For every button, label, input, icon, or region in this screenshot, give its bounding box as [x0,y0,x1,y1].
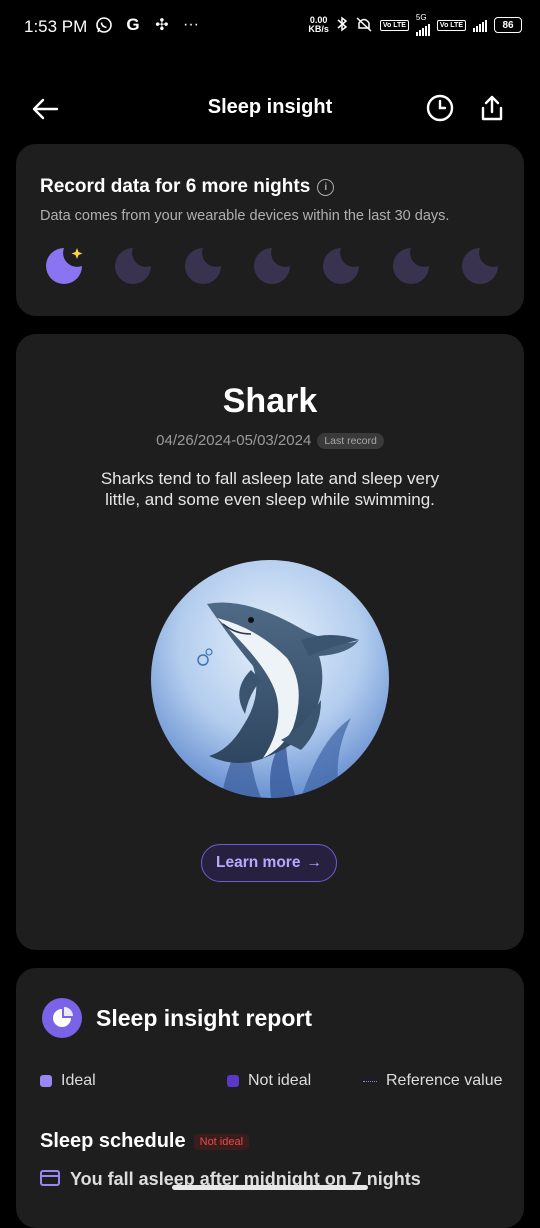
legend-ideal: Ideal [40,1072,96,1090]
report-icon [42,998,82,1038]
mute-icon [355,16,373,35]
pinwheel-icon: ✣ [155,17,169,34]
legend-not-ideal: Not ideal [227,1072,311,1090]
net-speed: 0.00 KB/s [308,16,329,34]
google-icon: G [126,15,140,34]
volte-icon-2: Vo LTE [436,19,466,31]
reference-line-swatch [363,1080,377,1082]
volte-icon: Vo LTE [379,19,409,31]
share-icon [481,95,503,121]
moon-icon-pending [458,244,502,288]
clock-icon [426,94,454,122]
calendar-icon [40,1168,60,1191]
status-time: 1:53 PM [24,17,88,36]
app-header: Sleep insight [0,80,540,136]
notification-icons: G ✣ ··· [94,15,201,35]
info-icon[interactable]: i [317,178,335,196]
sleep-schedule-header: Sleep schedule Not ideal [40,1130,250,1153]
report-title: Sleep insight report [96,1005,312,1031]
not-ideal-swatch [227,1075,239,1087]
sleep-animal-card: Shark 04/26/2024-05/03/2024 Last record … [16,334,524,950]
legend-not-ideal-label: Not ideal [248,1072,312,1089]
whatsapp-icon [94,15,114,35]
record-title: Record data for 6 more nights [40,176,311,197]
not-ideal-badge: Not ideal [193,1133,250,1150]
moon-icon-pending [111,244,155,288]
battery-icon: 86 [494,17,522,33]
bluetooth-icon [336,16,348,35]
moon-icon-recorded [42,244,86,288]
share-button[interactable] [478,93,506,123]
home-indicator[interactable] [172,1185,368,1190]
last-record-badge: Last record [317,432,384,449]
system-icons: 0.00 KB/s Vo LTE 5G Vo LTE 86 [308,14,522,36]
legend-reference-label: Reference value [386,1072,503,1089]
date-row: 04/26/2024-05/03/2024 Last record [16,432,524,449]
more-dots-icon: ··· [183,16,199,33]
date-range: 04/26/2024-05/03/2024 [156,432,312,449]
arrow-right-icon: → [306,854,322,871]
signal-bars-icon [415,22,430,36]
page-title: Sleep insight [207,96,333,118]
animal-name: Shark [222,382,318,420]
history-button[interactable] [425,93,455,123]
sleep-schedule-title: Sleep schedule [40,1130,186,1152]
net-speed-unit: KB/s [308,24,329,34]
legend-reference: Reference value [363,1072,503,1090]
status-bar: 1:53 PM G ✣ ··· 0.00 KB/s Vo LTE 5G Vo L… [0,0,540,56]
animal-description: Sharks tend to fall asleep late and slee… [100,469,440,509]
record-title-row: Record data for 6 more nights i [40,176,335,198]
moon-icon-pending [181,244,225,288]
signal-bars-icon-2 [473,18,487,32]
night-progress-row [42,244,502,288]
record-progress-card: Record data for 6 more nights i Data com… [16,144,524,316]
legend-ideal-label: Ideal [61,1072,96,1089]
moon-icon-pending [250,244,294,288]
signal-5g: 5G [415,13,430,36]
record-subtitle: Data comes from your wearable devices wi… [40,208,450,224]
ideal-swatch [40,1075,52,1087]
moon-icon-pending [389,244,433,288]
learn-more-label: Learn more [216,854,301,871]
learn-more-button[interactable]: Learn more → [201,844,337,882]
network-label: 5G [415,13,427,22]
shark-illustration [151,560,389,798]
moon-icon-pending [319,244,363,288]
